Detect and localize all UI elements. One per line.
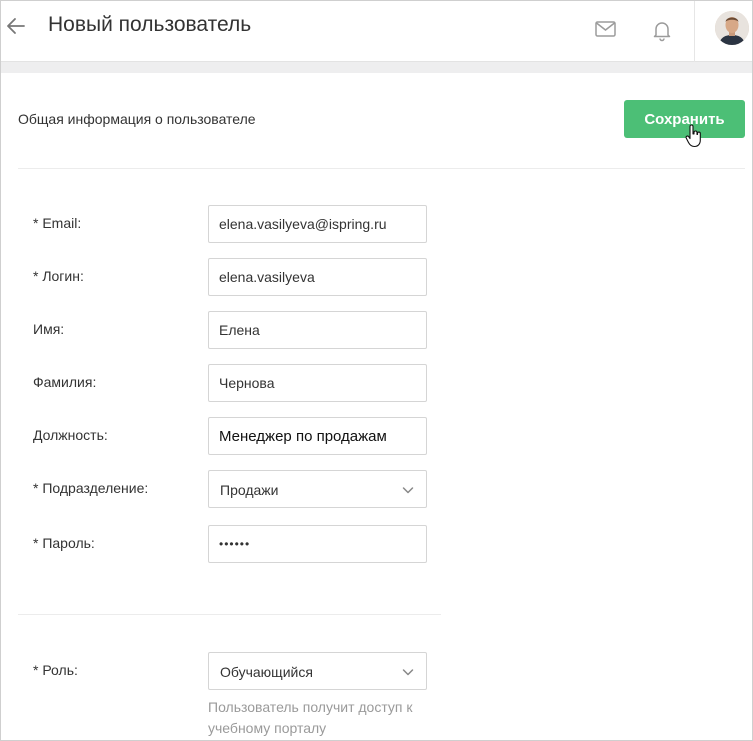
position-field[interactable] [208, 417, 427, 455]
department-select[interactable]: Продажи [208, 470, 427, 508]
login-label: * Логин: [33, 268, 84, 284]
top-header: Новый пользователь [1, 1, 752, 62]
first-name-field[interactable] [208, 311, 427, 349]
mail-icon [595, 21, 616, 37]
notifications-button[interactable] [649, 17, 675, 43]
back-button[interactable] [5, 11, 29, 41]
role-divider [18, 614, 441, 615]
section-title: Общая информация о пользователе [18, 111, 256, 127]
header-divider [694, 1, 695, 62]
section-divider [18, 168, 745, 169]
role-select-value: Обучающийся [220, 664, 313, 680]
email-field[interactable] [208, 205, 427, 243]
position-label: Должность: [33, 427, 108, 443]
first-name-label: Имя: [33, 321, 65, 337]
save-button[interactable]: Сохранить [624, 100, 745, 138]
arrow-left-icon [7, 18, 25, 34]
password-label: * Пароль: [33, 535, 95, 551]
chevron-down-icon [402, 669, 414, 676]
mail-button[interactable] [594, 19, 620, 41]
role-hint: Пользователь получит доступ к учебному п… [208, 699, 413, 736]
avatar-icon [715, 11, 749, 45]
bell-icon [653, 22, 671, 42]
user-avatar[interactable] [715, 11, 749, 45]
email-label: * Email: [33, 215, 82, 231]
login-field[interactable] [208, 258, 427, 296]
header-shadow-strip [1, 62, 752, 73]
last-name-field[interactable] [208, 364, 427, 402]
last-name-label: Фамилия: [33, 374, 97, 390]
role-label: * Роль: [33, 662, 78, 678]
department-select-value: Продажи [220, 482, 279, 498]
password-field[interactable] [208, 525, 427, 563]
department-label: * Подразделение: [33, 480, 149, 496]
role-select[interactable]: Обучающийся [208, 652, 427, 690]
page-title: Новый пользователь [48, 13, 252, 36]
chevron-down-icon [402, 487, 414, 494]
app-window: Новый пользователь Общая информация о по… [0, 0, 753, 741]
